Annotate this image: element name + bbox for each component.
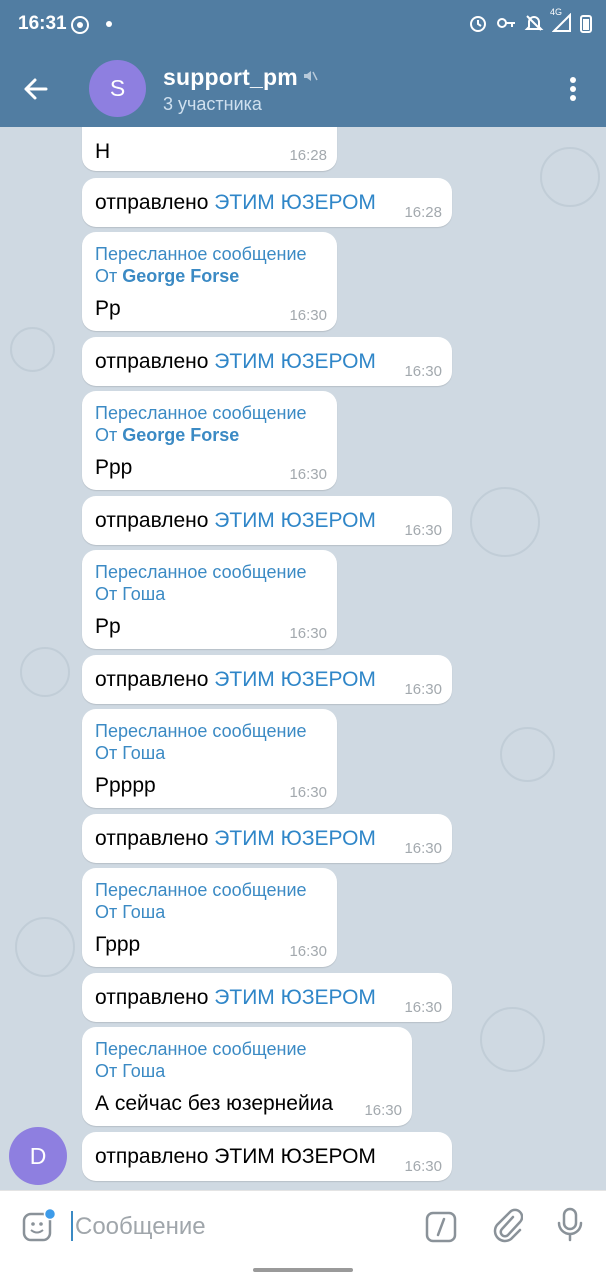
forwarded-message[interactable]: Пересланное сообщение От George Forse Рр…: [82, 391, 337, 490]
message-text: отправлено ЭТИМ ЮЗЕРОМ: [95, 350, 376, 373]
forward-from[interactable]: От George Forse: [95, 425, 239, 446]
bot-command-icon[interactable]: [424, 1210, 458, 1249]
message-time: 16:30: [364, 1102, 402, 1119]
message-time: 16:30: [289, 784, 327, 801]
message-time: 16:30: [289, 466, 327, 483]
home-gesture-handle[interactable]: [253, 1268, 353, 1272]
message-time: 16:30: [404, 1158, 442, 1175]
forward-header: Пересланное сообщение: [95, 880, 307, 900]
mute-bell-icon: [524, 13, 544, 38]
message-text: отправлено ЭТИМ ЮЗЕРОМ: [95, 191, 376, 214]
message-text: отправлено ЭТИМ ЮЗЕРОМ: [95, 827, 376, 850]
mic-icon[interactable]: [556, 1207, 584, 1248]
forward-header: Пересланное сообщение: [95, 721, 307, 741]
chat-title[interactable]: support_pm: [163, 64, 298, 91]
message-bubble[interactable]: отправлено ЭТИМ ЮЗЕРОМ 16:30: [82, 973, 452, 1022]
notification-dot-icon: [106, 21, 112, 27]
message-bubble[interactable]: отправлено ЭТИМ ЮЗЕРОМ 16:30: [82, 496, 452, 545]
message-text: отправлено ЭТИМ ЮЗЕРОМ: [95, 668, 376, 691]
message-text: А сейчас без юзернейиа: [95, 1092, 334, 1115]
message-bubble[interactable]: Н 16:28: [82, 127, 337, 171]
message-bubble[interactable]: отправлено ЭТИМ ЮЗЕРОМ 16:30: [82, 655, 452, 704]
status-bar: 16:31 4G: [0, 0, 606, 50]
sender-link[interactable]: ЭТИМ ЮЗЕРОМ: [214, 668, 376, 691]
message-bubble[interactable]: отправлено ЭТИМ ЮЗЕРОМ 16:30: [82, 337, 452, 386]
forward-from[interactable]: От George Forse: [95, 266, 239, 287]
message-time: 16:28: [289, 147, 327, 164]
sender-avatar[interactable]: D: [9, 1127, 67, 1185]
attach-icon[interactable]: [491, 1207, 524, 1248]
forward-header: Пересланное сообщение: [95, 244, 307, 264]
message-text: Ррр: [95, 456, 133, 479]
mute-icon: [302, 68, 318, 89]
message-text: отправлено ЭТИМ ЮЗЕРОМ: [95, 1145, 376, 1168]
back-arrow-icon[interactable]: [18, 72, 58, 106]
message-text: Рр: [95, 297, 121, 320]
message-time: 16:30: [404, 363, 442, 380]
message-text: отправлено ЭТИМ ЮЗЕРОМ: [95, 509, 376, 532]
system-nav-bar: [0, 1260, 606, 1280]
forwarded-message[interactable]: Пересланное сообщение От Гоша Ррррр 16:3…: [82, 709, 337, 808]
chat-header: S support_pm 3 участника: [0, 50, 606, 127]
forward-header: Пересланное сообщение: [95, 403, 307, 423]
sender-link[interactable]: ЭТИМ ЮЗЕРОМ: [214, 191, 376, 214]
message-time: 16:30: [404, 840, 442, 857]
forward-header: Пересланное сообщение: [95, 562, 307, 582]
forwarded-message[interactable]: Пересланное сообщение От Гоша Грpp 16:30: [82, 868, 337, 967]
message-bubble[interactable]: отправлено ЭТИМ ЮЗЕРОМ 16:30: [82, 1132, 452, 1181]
message-text: Н: [95, 140, 111, 163]
battery-icon: [580, 13, 592, 38]
forward-from[interactable]: От Гоша: [95, 584, 165, 605]
message-time: 16:30: [289, 307, 327, 324]
message-composer: Сообщение: [0, 1190, 606, 1260]
sender-link[interactable]: ЭТИМ ЮЗЕРОМ: [214, 986, 376, 1009]
forwarded-message[interactable]: Пересланное сообщение От Гоша А сейчас б…: [82, 1027, 412, 1126]
sticker-icon[interactable]: [21, 1207, 57, 1248]
key-icon: [496, 13, 516, 38]
message-text: Ррррр: [95, 774, 156, 797]
message-time: 16:30: [404, 522, 442, 539]
forward-from[interactable]: От Гоша: [95, 743, 165, 764]
network-label: 4G: [550, 7, 563, 17]
message-time: 16:28: [404, 204, 442, 221]
text-cursor: [71, 1211, 73, 1241]
forward-from[interactable]: От Гоша: [95, 902, 165, 923]
status-time: 16:31: [18, 13, 67, 34]
alarm-icon: [468, 13, 488, 38]
forward-from[interactable]: От Гоша: [95, 1061, 165, 1082]
message-input[interactable]: Сообщение: [75, 1213, 206, 1241]
sender-link[interactable]: ЭТИМ ЮЗЕРОМ: [214, 350, 376, 373]
chat-subtitle: 3 участника: [163, 94, 262, 114]
chat-avatar[interactable]: S: [89, 60, 146, 117]
message-bubble[interactable]: отправлено ЭТИМ ЮЗЕРОМ 16:30: [82, 814, 452, 863]
message-bubble[interactable]: отправлено ЭТИМ ЮЗЕРОМ 16:28: [82, 178, 452, 227]
more-vert-icon[interactable]: [562, 76, 584, 102]
message-time: 16:30: [289, 943, 327, 960]
sender-link[interactable]: ЭТИМ ЮЗЕРОМ: [214, 509, 376, 532]
message-text: Рр: [95, 615, 121, 638]
message-text: Грpp: [95, 933, 141, 956]
forward-header: Пересланное сообщение: [95, 1039, 307, 1059]
message-time: 16:30: [404, 999, 442, 1016]
sender-link[interactable]: ЭТИМ ЮЗЕРОМ: [214, 827, 376, 850]
forwarded-message[interactable]: Пересланное сообщение От George Forse Рр…: [82, 232, 337, 331]
message-list[interactable]: Н 16:28 отправлено ЭТИМ ЮЗЕРОМ 16:28 Пер…: [0, 127, 606, 1190]
forwarded-message[interactable]: Пересланное сообщение От Гоша Рр 16:30: [82, 550, 337, 649]
message-text: отправлено ЭТИМ ЮЗЕРОМ: [95, 986, 376, 1009]
message-time: 16:30: [404, 681, 442, 698]
app-notification-icon: [70, 15, 90, 40]
message-time: 16:30: [289, 625, 327, 642]
signal-icon: 4G: [550, 7, 572, 38]
